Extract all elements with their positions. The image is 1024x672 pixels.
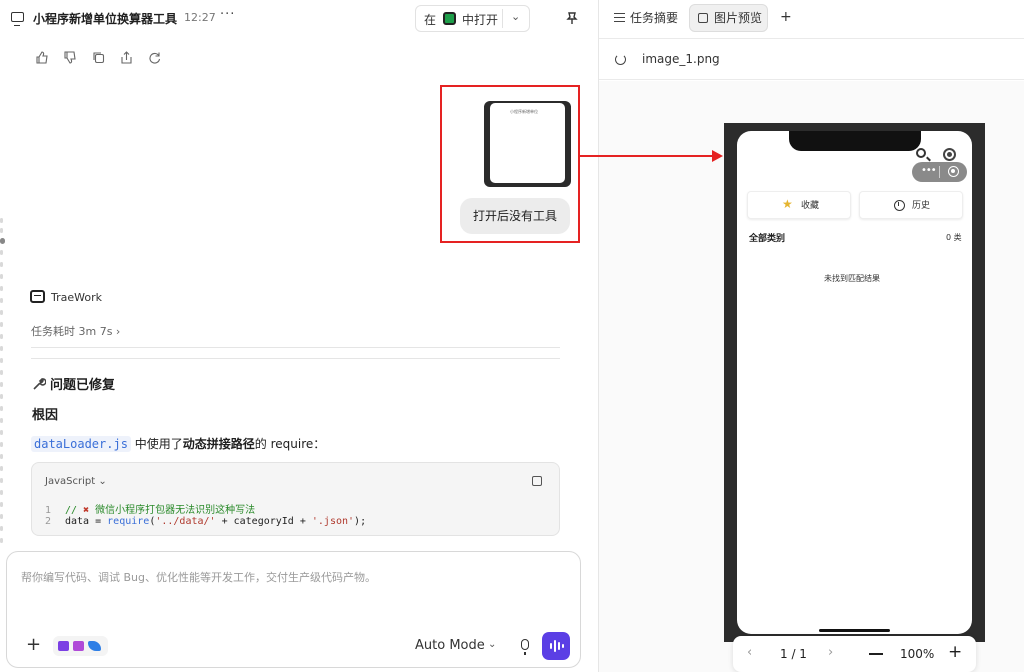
add-attachment-button[interactable]: + xyxy=(26,636,41,654)
divider xyxy=(939,166,940,178)
scroll-gutter[interactable] xyxy=(0,218,6,548)
code-comment: 微信小程序打包器无法识别这种写法 xyxy=(89,505,256,516)
answer-heading: 问题已修复 xyxy=(32,374,115,393)
divider xyxy=(502,9,503,28)
desc-text-1: 中使用了 xyxy=(130,437,183,451)
message-composer[interactable]: 帮你编写代码、调试 Bug、优化性能等开发工作，交付生产级代码产物。 + Aut… xyxy=(6,551,581,668)
file-name: image_1.png xyxy=(642,52,720,66)
video-icon xyxy=(58,641,69,651)
open-in-prefix: 在 xyxy=(424,13,437,27)
open-in-button[interactable]: 在 中打开 ⌄ xyxy=(415,5,530,32)
list-icon xyxy=(614,13,625,22)
code-token: ); xyxy=(354,516,367,527)
empty-state-text: 未找到匹配结果 xyxy=(824,274,880,283)
refresh-icon[interactable] xyxy=(148,51,161,64)
code-block: JavaScript ⌄ 1// ✖ 微信小程序打包器无法识别这种写法 2 dat… xyxy=(31,462,560,536)
favorites-button: ★ 收藏 xyxy=(747,191,851,219)
root-cause-heading: 根因 xyxy=(32,408,59,423)
microphone-icon[interactable] xyxy=(521,639,529,655)
chat-title: 小程序新增单位换算器工具 xyxy=(33,12,178,26)
open-in-suffix: 中打开 xyxy=(462,13,499,27)
image-icon xyxy=(698,13,708,23)
code-function: require xyxy=(107,516,150,527)
tool-picker[interactable] xyxy=(53,636,108,656)
chat-panel: 小程序新增单位换算器工具 12:27 ··· 在 中打开 ⌄ 小程序新增单位 打… xyxy=(0,0,598,672)
code-line: 1// ✖ 微信小程序打包器无法识别这种写法 xyxy=(45,501,255,516)
annotation-box xyxy=(440,85,580,243)
prev-page-button[interactable]: ‹ xyxy=(747,645,752,660)
copy-code-icon[interactable] xyxy=(532,476,542,486)
reload-icon[interactable] xyxy=(615,54,626,65)
search-icon xyxy=(916,148,926,158)
root-cause-text: dataLoader.js 中使用了动态拼接路径的 require： xyxy=(31,435,325,452)
tab-task-summary[interactable]: 任务摘要 xyxy=(614,4,678,32)
category-count: 0 类 xyxy=(946,233,962,242)
code-comment-prefix: // xyxy=(65,505,84,516)
copy-icon[interactable] xyxy=(92,51,105,64)
code-language-label: JavaScript xyxy=(45,476,96,487)
inline-code[interactable]: dataLoader.js xyxy=(31,436,131,452)
code-line: 2 data = require('../data/' + categoryId … xyxy=(45,516,366,527)
monitor-icon xyxy=(11,12,24,26)
agent-icon xyxy=(30,290,45,303)
image-pager: ‹ 1 / 1 › 100% + xyxy=(733,636,976,672)
zoom-out-button[interactable] xyxy=(869,653,883,655)
zoom-level: 100% xyxy=(900,647,935,661)
chevron-down-icon[interactable]: ⌄ xyxy=(511,10,520,23)
voice-send-button[interactable] xyxy=(542,632,570,660)
code-string: '.json' xyxy=(311,516,355,527)
preview-tabbar: 任务摘要 图片预览 + xyxy=(599,0,1024,38)
gear-icon xyxy=(943,148,956,161)
divider xyxy=(31,347,560,348)
thumbs-down-icon[interactable] xyxy=(64,51,77,64)
clock-icon xyxy=(894,200,905,211)
line-number: 2 xyxy=(45,516,52,527)
file-bar: image_1.png xyxy=(599,38,1024,80)
app-logo-icon xyxy=(88,641,101,651)
history-button: 历史 xyxy=(859,191,963,219)
image-icon xyxy=(73,641,84,651)
tab-label: 任务摘要 xyxy=(630,11,679,25)
phone-notch xyxy=(789,131,921,151)
code-string: '../data/' xyxy=(155,516,216,527)
mode-selector[interactable]: Auto Mode xyxy=(415,638,485,653)
chat-header: 小程序新增单位换算器工具 12:27 ··· 在 中打开 ⌄ xyxy=(0,0,598,38)
miniprogram-capsule: ••• xyxy=(912,162,967,182)
home-indicator xyxy=(819,629,890,632)
line-number: 1 xyxy=(45,505,52,516)
favorites-label: 收藏 xyxy=(801,201,820,211)
app-icon xyxy=(443,12,456,25)
code-token: + categoryId + xyxy=(215,516,312,527)
desc-bold: 动态拼接路径 xyxy=(182,437,255,451)
all-categories-title: 全部类别 xyxy=(749,234,786,244)
divider xyxy=(31,358,560,359)
wrench-icon xyxy=(33,378,46,390)
zoom-in-button[interactable]: + xyxy=(948,642,962,662)
new-tab-button[interactable]: + xyxy=(780,9,792,25)
pin-icon[interactable] xyxy=(565,11,579,25)
page-indicator: 1 / 1 xyxy=(780,647,807,661)
chevron-down-icon[interactable]: ⌄ xyxy=(488,639,496,650)
composer-input[interactable]: 帮你编写代码、调试 Bug、优化性能等开发工作，交付生产级代码产物。 xyxy=(21,569,376,585)
star-icon: ★ xyxy=(782,197,793,211)
tab-image-preview[interactable]: 图片预览 xyxy=(689,4,768,32)
record-icon xyxy=(948,166,959,177)
share-icon[interactable] xyxy=(120,51,133,64)
desc-text-2: 的 require： xyxy=(254,437,326,451)
tab-label: 图片预览 xyxy=(714,11,763,25)
history-label: 历史 xyxy=(912,201,931,211)
thumbs-up-icon[interactable] xyxy=(36,51,49,64)
answer-heading-text: 问题已修复 xyxy=(50,378,116,393)
chat-time: 12:27 xyxy=(184,11,216,24)
task-duration[interactable]: 任务耗时 3m 7s › xyxy=(31,323,120,339)
more-dots-icon: ••• xyxy=(921,165,937,176)
code-language-select[interactable]: JavaScript ⌄ xyxy=(45,476,107,487)
next-page-button[interactable]: › xyxy=(828,645,833,660)
annotation-arrow-head xyxy=(712,150,723,162)
annotation-arrow-line xyxy=(580,155,714,157)
code-token: data = xyxy=(65,516,108,527)
more-options-button[interactable]: ··· xyxy=(220,7,235,22)
agent-name: TraeWork xyxy=(51,291,102,304)
